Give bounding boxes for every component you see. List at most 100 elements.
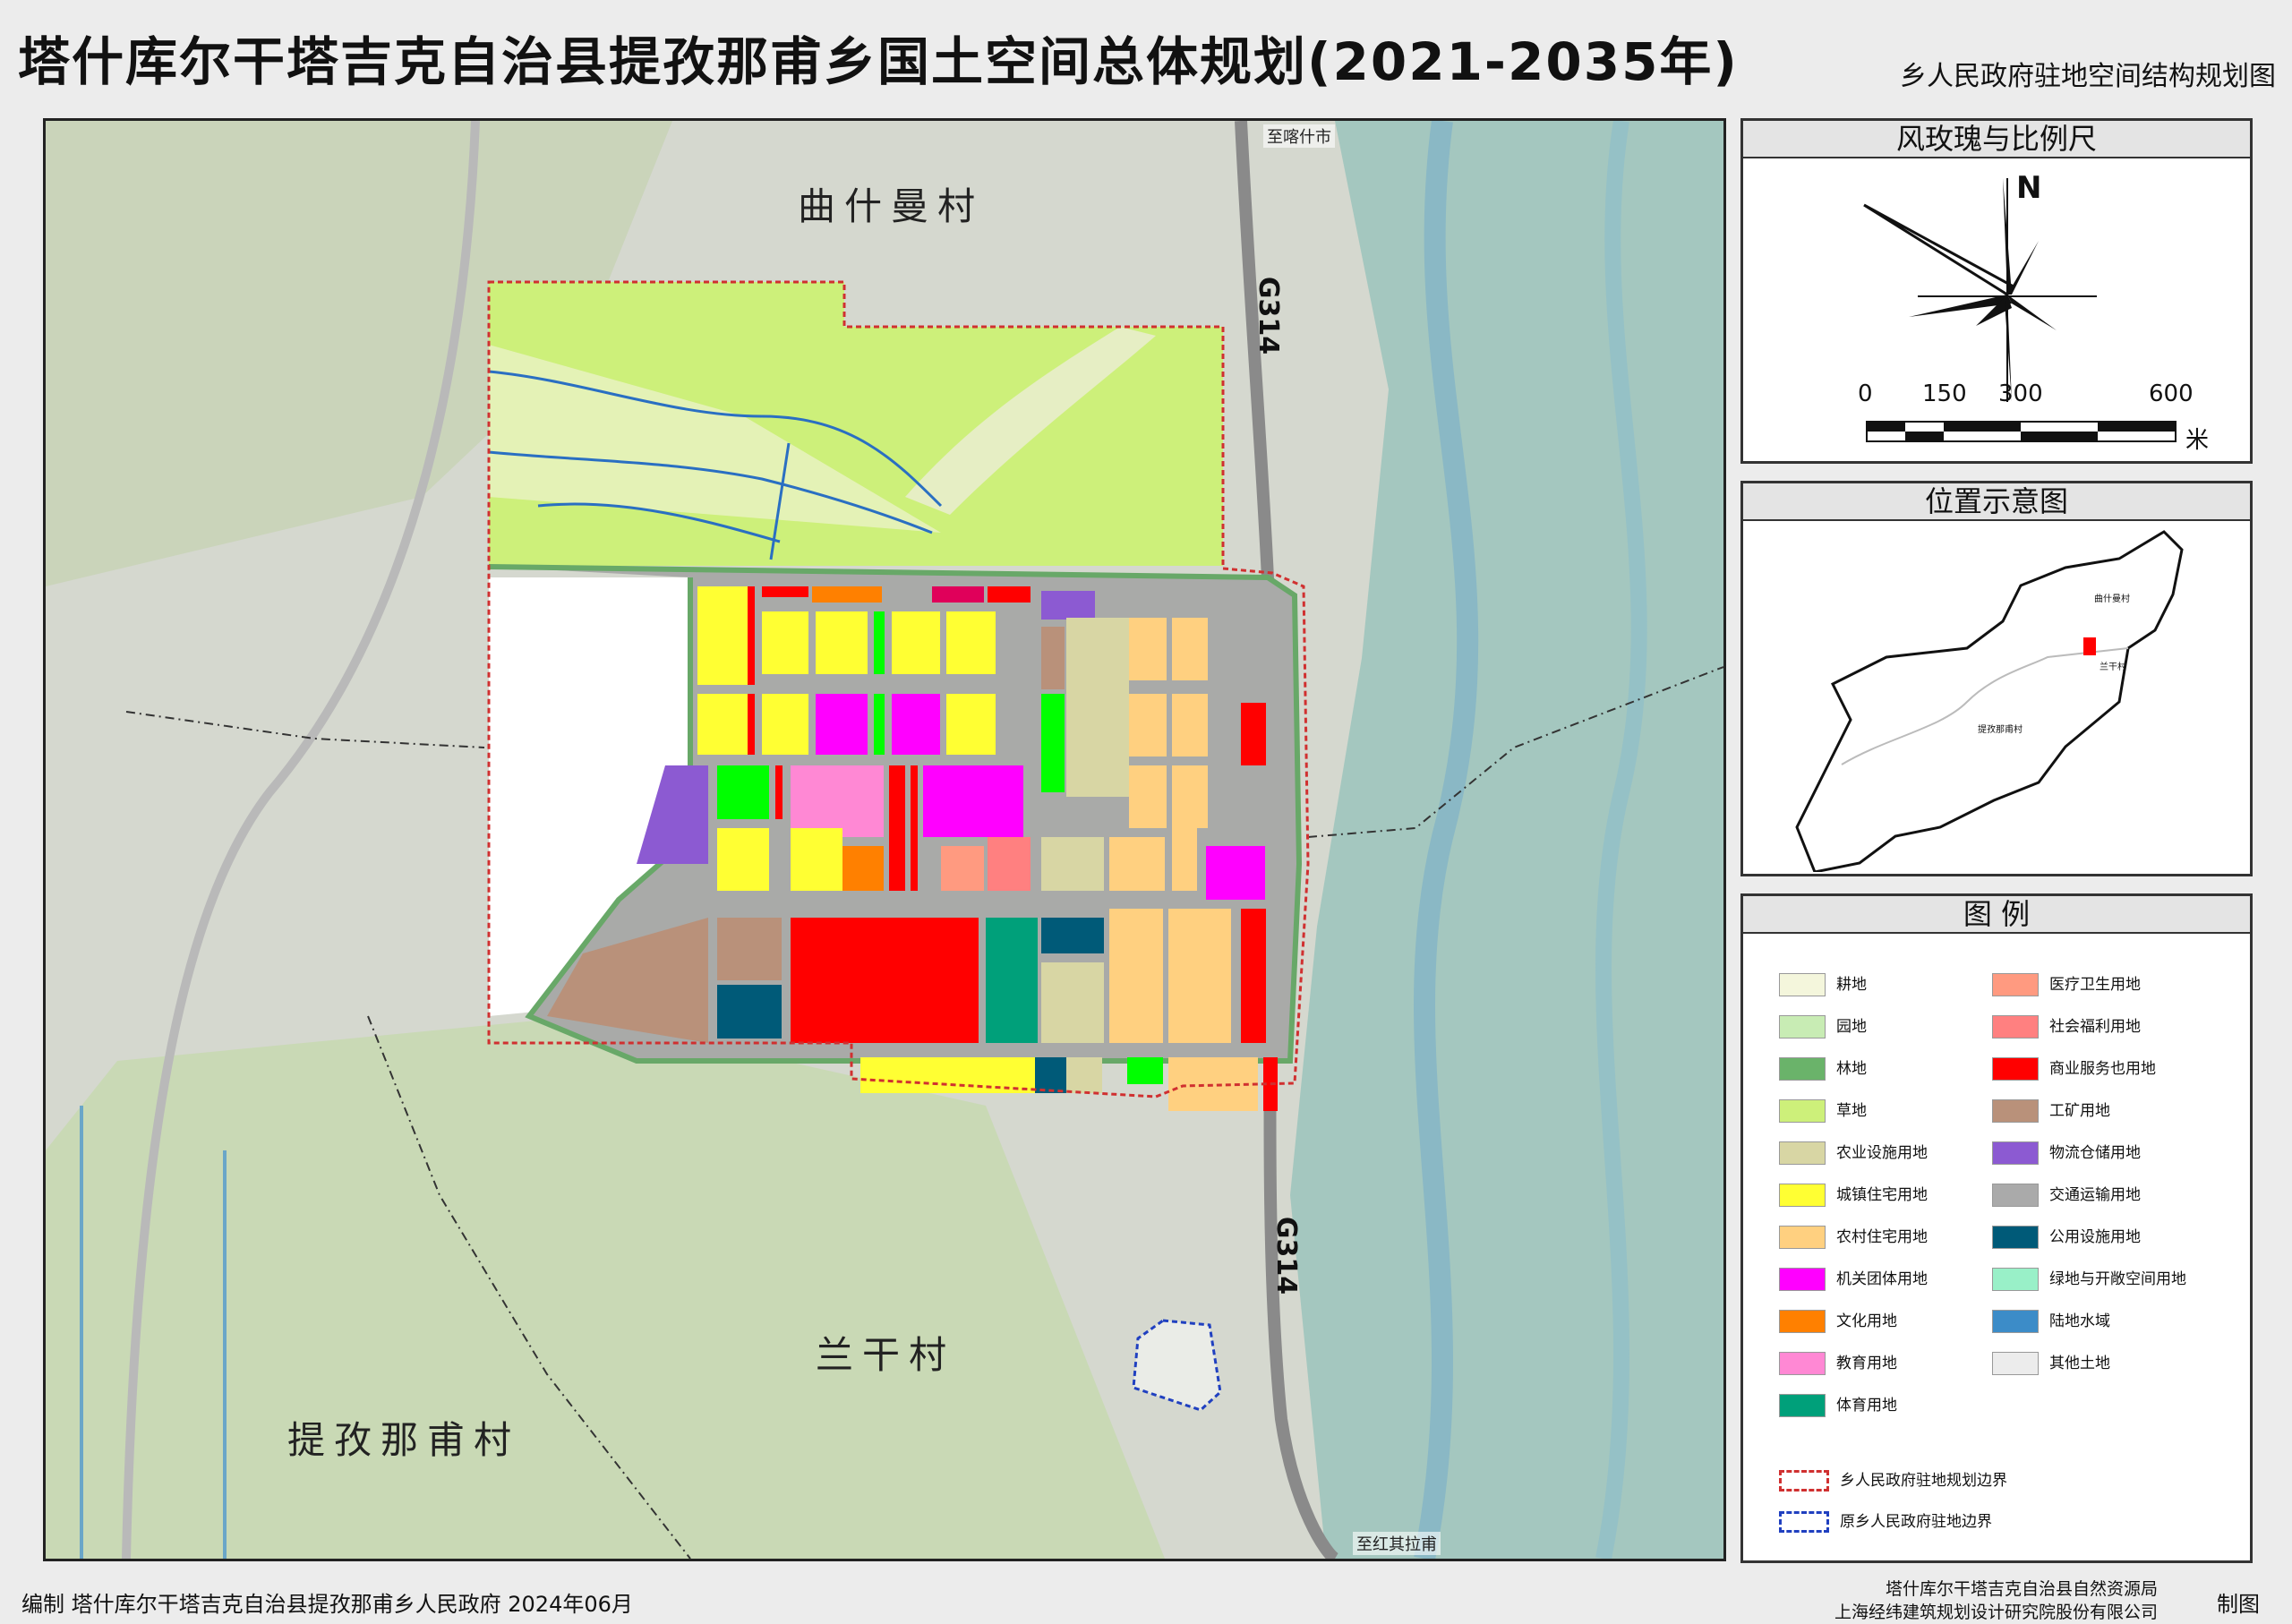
- village-label-qushiman: 曲什曼村: [798, 184, 985, 228]
- legend-right-item-2: 商业服务也用地: [1992, 1057, 2156, 1081]
- scale-tick-0: 0: [1858, 380, 1873, 407]
- legend-left-item-0: 耕地: [1779, 973, 1867, 996]
- legend-right-item-label-3: 工矿用地: [2049, 1102, 2110, 1120]
- legend-right-item-label-6: 公用设施用地: [2049, 1228, 2141, 1246]
- legend-panel: 图 例 耕地园地林地草地农业设施用地 城镇住宅用地 农村住宅用地 机关团体用地 文化用地…: [1740, 893, 2253, 1563]
- g314-label-south: G314: [1270, 1216, 1303, 1295]
- footer-org-2: 上海经纬建筑规划设计研究院股份有限公司: [1834, 1603, 2158, 1622]
- legend-right-item-3: 工矿用地: [1992, 1099, 2110, 1123]
- legend-left-item-3: 草地: [1779, 1099, 1867, 1123]
- legend-left-item-label-5: 城镇住宅用地: [1836, 1186, 1928, 1204]
- north-label: N: [2016, 170, 2042, 206]
- main-map[interactable]: 曲什曼村 兰干村 提孜那甫村 至喀什市 至红其拉甫 G314 G314: [43, 118, 1726, 1561]
- legend-boundary-label-0: 乡人民政府驻地规划边界: [1840, 1472, 2007, 1490]
- legend-right-item-swatch-6: [1992, 1226, 2039, 1249]
- legend-left-item-swatch-5: [1779, 1184, 1826, 1207]
- legend-boundary-label-1: 原乡人民政府驻地边界: [1840, 1513, 1992, 1531]
- legend-right-item-swatch-7: [1992, 1268, 2039, 1291]
- g314-label-north: G314: [1253, 276, 1285, 355]
- legend-right-item-swatch-8: [1992, 1310, 2039, 1333]
- legend-left-item-swatch-1: [1779, 1015, 1826, 1039]
- wind-rose-icon: [1863, 178, 2097, 402]
- location-label-qushiman: 曲什曼村: [2094, 594, 2130, 604]
- legend-boundary-item-0: 乡人民政府驻地规划边界: [1779, 1469, 2007, 1492]
- location-panel: 位置示意图 曲什曼村 兰干村 提孜那甫村: [1740, 481, 2253, 876]
- legend-right-item-label-9: 其他土地: [2049, 1355, 2110, 1372]
- footer-org-1: 塔什库尔干塔吉克自治县自然资源局: [1885, 1579, 2158, 1599]
- location-map-icon: [1795, 530, 2184, 872]
- legend-right-item-label-0: 医疗卫生用地: [2049, 976, 2141, 994]
- compass-panel-title: 风玫瑰与比例尺: [1743, 121, 2250, 158]
- map-subtitle: 乡人民政府驻地空间结构规划图: [1900, 61, 2276, 92]
- legend-left-item-4: 农业设施用地: [1779, 1141, 1928, 1165]
- map-title: 塔什库尔干塔吉克自治县提孜那甫乡国土空间总体规划(2021-2035年): [18, 31, 1739, 92]
- legend-left-item-swatch-3: [1779, 1099, 1826, 1123]
- footer-right: 塔什库尔干塔吉克自治县自然资源局 上海经纬建筑规划设计研究院股份有限公司: [1834, 1577, 2158, 1624]
- legend-right-item-swatch-1: [1992, 1015, 2039, 1039]
- location-label-langan: 兰干村: [2100, 662, 2126, 672]
- footer-sign: 制图: [2217, 1592, 2260, 1617]
- legend-right-item-9: 其他土地: [1992, 1352, 2110, 1375]
- legend-left-item-2: 林地: [1779, 1057, 1867, 1081]
- legend-right-item-label-4: 物流仓储用地: [2049, 1144, 2141, 1162]
- legend-right-item-label-2: 商业服务也用地: [2049, 1060, 2156, 1078]
- legend-left-item-6: 农村住宅用地: [1779, 1226, 1928, 1249]
- location-panel-title: 位置示意图: [1743, 483, 2250, 521]
- legend-left-item-swatch-0: [1779, 973, 1826, 996]
- legend-right-item-8: 陆地水域: [1992, 1310, 2110, 1333]
- legend-left-item-label-8: 文化用地: [1836, 1312, 1897, 1330]
- legend-left-item-swatch-8: [1779, 1310, 1826, 1333]
- footer-left: 编制 塔什库尔干塔吉克自治县提孜那甫乡人民政府 2024年06月: [21, 1592, 633, 1617]
- legend-left-item-10: 体育用地: [1779, 1394, 1897, 1417]
- road-label-north: 至喀什市: [1263, 124, 1335, 148]
- legend-right-item-1: 社会福利用地: [1992, 1015, 2141, 1039]
- legend-left-item-swatch-6: [1779, 1226, 1826, 1249]
- legend-right-item-5: 交通运输用地: [1992, 1184, 2141, 1207]
- legend-right-item-swatch-3: [1992, 1099, 2039, 1123]
- legend-left-item-label-4: 农业设施用地: [1836, 1144, 1928, 1162]
- legend-right-item-6: 公用设施用地: [1992, 1226, 2141, 1249]
- legend-left-item-swatch-7: [1779, 1268, 1826, 1291]
- legend-right-item-swatch-0: [1992, 973, 2039, 996]
- scale-tick-300: 300: [1998, 380, 2043, 407]
- legend-left-item-5: 城镇住宅用地: [1779, 1184, 1928, 1207]
- legend-right-item-swatch-2: [1992, 1057, 2039, 1081]
- legend-right-item-swatch-4: [1992, 1141, 2039, 1165]
- scale-unit: 米: [2185, 427, 2210, 454]
- legend-left-item-9: 教育用地: [1779, 1352, 1897, 1375]
- legend-right-item-label-5: 交通运输用地: [2049, 1186, 2141, 1204]
- legend-left-item-label-3: 草地: [1836, 1102, 1867, 1120]
- legend-boundary-swatch-1: [1779, 1511, 1829, 1533]
- legend-boundary-item-1: 原乡人民政府驻地边界: [1779, 1510, 1992, 1534]
- road-label-south: 至红其拉甫: [1353, 1532, 1441, 1555]
- legend-left-item-label-0: 耕地: [1836, 976, 1867, 994]
- legend-left-item-label-1: 园地: [1836, 1018, 1867, 1036]
- legend-left-item-swatch-10: [1779, 1394, 1826, 1417]
- location-label-tizinafu: 提孜那甫村: [1978, 725, 2023, 735]
- legend-right-item-label-8: 陆地水域: [2049, 1312, 2110, 1330]
- legend-left-item-label-7: 机关团体用地: [1836, 1270, 1928, 1288]
- scale-tick-600: 600: [2149, 380, 2194, 407]
- legend-left-item-label-6: 农村住宅用地: [1836, 1228, 1928, 1246]
- legend-right-item-label-1: 社会福利用地: [2049, 1018, 2141, 1036]
- legend-left-item-label-9: 教育用地: [1836, 1355, 1897, 1372]
- legend-left-item-label-2: 林地: [1836, 1060, 1867, 1078]
- legend-left-item-7: 机关团体用地: [1779, 1268, 1928, 1291]
- legend-left-item-swatch-9: [1779, 1352, 1826, 1375]
- legend-right-item-4: 物流仓储用地: [1992, 1141, 2141, 1165]
- legend-right-item-swatch-9: [1992, 1352, 2039, 1375]
- legend-left-item-label-10: 体育用地: [1836, 1397, 1897, 1415]
- scale-tick-150: 150: [1922, 380, 1967, 407]
- village-label-langan: 兰干村: [816, 1333, 956, 1377]
- scale-bar: [1866, 421, 2177, 442]
- legend-right-item-swatch-5: [1992, 1184, 2039, 1207]
- legend-right-item-7: 绿地与开敞空间用地: [1992, 1268, 2186, 1291]
- legend-left-item-8: 文化用地: [1779, 1310, 1897, 1333]
- legend-left-item-swatch-4: [1779, 1141, 1826, 1165]
- legend-right-item-0: 医疗卫生用地: [1992, 973, 2141, 996]
- village-label-tizinafu: 提孜那甫村: [287, 1418, 521, 1462]
- legend-left-item-1: 园地: [1779, 1015, 1867, 1039]
- legend-left-item-swatch-2: [1779, 1057, 1826, 1081]
- legend-title: 图 例: [1743, 896, 2250, 934]
- legend-boundary-swatch-0: [1779, 1470, 1829, 1492]
